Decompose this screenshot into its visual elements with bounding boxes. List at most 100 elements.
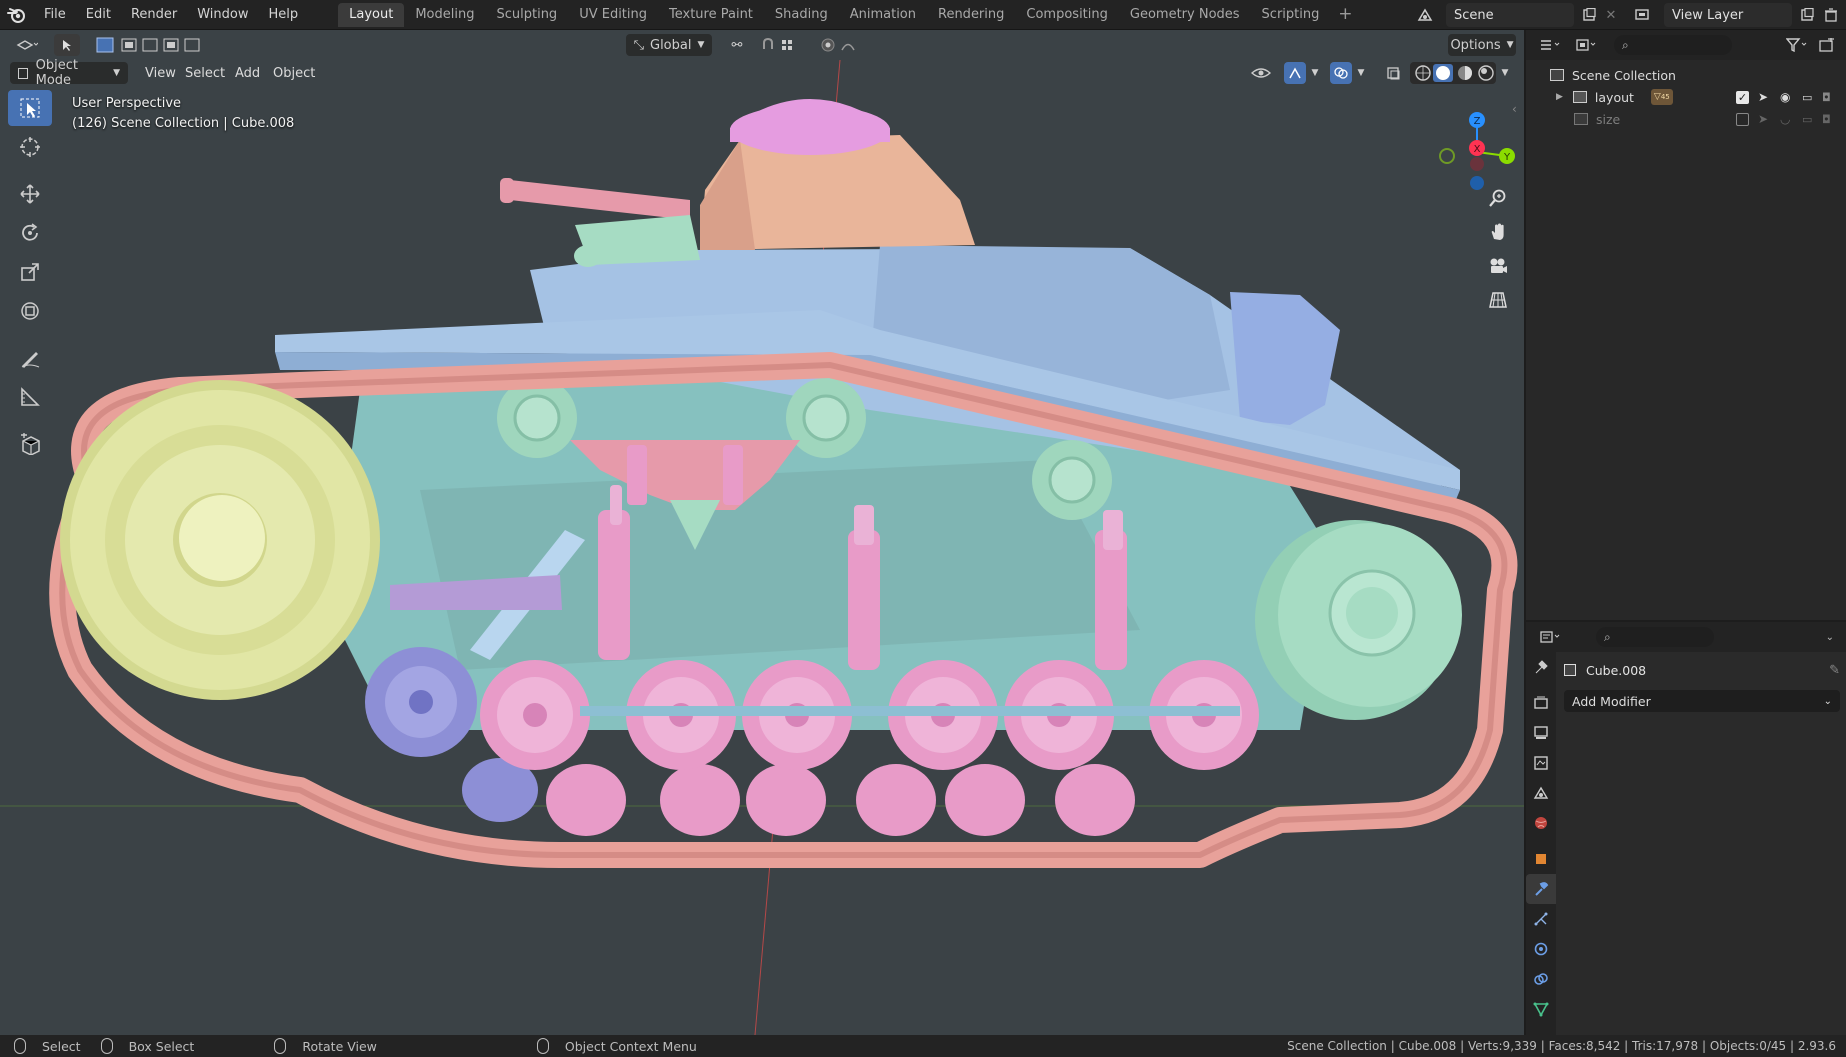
add-modifier-dropdown[interactable]: Add Modifier ⌄ bbox=[1564, 690, 1840, 712]
outliner-search-input[interactable]: ⌕ bbox=[1614, 35, 1732, 55]
pin-icon[interactable]: ✎ bbox=[1829, 663, 1840, 678]
tab-rendering[interactable]: Rendering bbox=[927, 3, 1015, 27]
collapse-sidebar-chevron-icon[interactable]: ‹ bbox=[1512, 102, 1517, 116]
chevron-down-icon[interactable]: ▼ bbox=[1308, 62, 1322, 84]
tab-texture-paint[interactable]: Texture Paint bbox=[658, 3, 764, 27]
menu-window[interactable]: Window bbox=[187, 0, 258, 30]
object-tab-icon[interactable] bbox=[1526, 844, 1556, 874]
camera-view-icon[interactable] bbox=[1484, 252, 1512, 280]
xray-toggle-icon[interactable] bbox=[1382, 62, 1404, 84]
delete-scene-close-icon[interactable]: ✕ bbox=[1600, 4, 1622, 26]
pan-hand-icon[interactable] bbox=[1484, 218, 1512, 246]
tab-geometry-nodes[interactable]: Geometry Nodes bbox=[1119, 3, 1251, 27]
menu-add[interactable]: Add bbox=[226, 66, 269, 81]
scene-name-field[interactable]: Scene bbox=[1446, 3, 1574, 27]
view-layer-tab-icon[interactable] bbox=[1526, 748, 1556, 778]
cursor-tool-icon[interactable] bbox=[8, 129, 52, 165]
include-checkbox[interactable]: ✓ bbox=[1736, 90, 1749, 104]
visibility-eye-icon[interactable] bbox=[1246, 62, 1276, 84]
physics-tab-icon[interactable] bbox=[1526, 934, 1556, 964]
data-mesh-tab-icon[interactable] bbox=[1526, 994, 1556, 1024]
annotate-tool-icon[interactable] bbox=[8, 340, 52, 376]
monitor-icon[interactable]: ▭ bbox=[1802, 113, 1812, 126]
tab-scripting[interactable]: Scripting bbox=[1251, 3, 1331, 27]
tab-animation[interactable]: Animation bbox=[839, 3, 927, 27]
editor-type-icon[interactable] bbox=[10, 34, 44, 56]
snapping-icons[interactable] bbox=[758, 34, 814, 56]
options-dropdown[interactable]: Options ▼ bbox=[1448, 34, 1516, 56]
selectable-cursor-icon[interactable]: ➤ bbox=[1758, 112, 1768, 126]
tab-layout[interactable]: Layout bbox=[338, 2, 405, 27]
view-layer-field[interactable]: View Layer bbox=[1664, 3, 1792, 27]
scene-tab-icon[interactable] bbox=[1526, 778, 1556, 808]
particles-tab-icon[interactable] bbox=[1526, 904, 1556, 934]
add-workspace-plus-icon[interactable]: + bbox=[1334, 4, 1356, 26]
modifier-wrench-tab-icon[interactable] bbox=[1526, 874, 1556, 904]
output-tab-icon[interactable] bbox=[1526, 718, 1556, 748]
menu-render[interactable]: Render bbox=[121, 0, 187, 30]
chevron-down-icon[interactable]: ▼ bbox=[1498, 62, 1512, 84]
3d-viewport[interactable]: ⤡ Global ▼ ⚯ Options ▼ Object Mode ▼ Vie… bbox=[0, 30, 1524, 1035]
transform-tool-icon[interactable] bbox=[8, 293, 52, 329]
display-mode-icon[interactable] bbox=[1570, 34, 1602, 56]
scale-tool-icon[interactable] bbox=[8, 254, 52, 290]
render-tab-icon[interactable] bbox=[1526, 688, 1556, 718]
outliner-row-size[interactable]: size ➤ ◡ ▭ ◘ bbox=[1526, 108, 1846, 130]
delete-view-layer-icon[interactable] bbox=[1820, 4, 1842, 26]
menu-edit[interactable]: Edit bbox=[76, 0, 121, 30]
filter-funnel-icon[interactable] bbox=[1780, 34, 1814, 56]
constraints-tab-icon[interactable] bbox=[1526, 964, 1556, 994]
active-object-name[interactable]: Cube.008 bbox=[1586, 663, 1646, 678]
overlays-toggle-icon[interactable] bbox=[1330, 62, 1352, 84]
outliner-row-scene-collection[interactable]: Scene Collection bbox=[1526, 64, 1846, 86]
select-tool-cursor-icon[interactable] bbox=[54, 34, 80, 56]
gizmo-toggle-icon[interactable] bbox=[1284, 62, 1306, 84]
new-collection-icon[interactable] bbox=[1814, 34, 1840, 56]
pivot-point-icon[interactable]: ⚯ bbox=[720, 34, 754, 56]
camera-render-icon[interactable]: ◘ bbox=[1822, 113, 1831, 126]
expand-arrow-icon[interactable]: ▶ bbox=[1556, 92, 1563, 102]
bracket-post-2 bbox=[723, 445, 743, 505]
tab-uv-editing[interactable]: UV Editing bbox=[568, 3, 658, 27]
properties-editor-type-icon[interactable] bbox=[1534, 626, 1566, 648]
chevron-down-icon[interactable]: ▼ bbox=[1354, 62, 1368, 84]
zoom-magnifier-icon[interactable] bbox=[1484, 184, 1512, 212]
selection-mode-buttons[interactable] bbox=[93, 34, 203, 56]
move-tool-icon[interactable] bbox=[8, 176, 52, 212]
chevron-down-icon[interactable]: ⌄ bbox=[1826, 632, 1834, 643]
menu-help[interactable]: Help bbox=[259, 0, 309, 30]
perspective-grid-icon[interactable] bbox=[1484, 286, 1512, 314]
tab-sculpting[interactable]: Sculpting bbox=[485, 3, 568, 27]
hidden-eye-icon[interactable]: ◡ bbox=[1780, 112, 1790, 126]
world-tab-icon[interactable] bbox=[1526, 808, 1556, 838]
outliner-editor-type-icon[interactable] bbox=[1534, 34, 1566, 56]
camera-render-icon[interactable]: ◘ bbox=[1822, 91, 1831, 104]
rotate-tool-icon[interactable] bbox=[8, 215, 52, 251]
proportional-edit-icon[interactable] bbox=[818, 34, 866, 56]
monitor-icon[interactable]: ▭ bbox=[1802, 91, 1812, 104]
tab-modeling[interactable]: Modeling bbox=[404, 3, 485, 27]
view-layer-selector-icon[interactable] bbox=[1632, 4, 1654, 26]
tank-model-scene[interactable] bbox=[0, 30, 1524, 1035]
new-view-layer-icon[interactable] bbox=[1796, 4, 1818, 26]
visibility-eye-icon[interactable]: ◉ bbox=[1780, 90, 1790, 104]
blender-logo-icon[interactable] bbox=[0, 0, 34, 30]
tab-compositing[interactable]: Compositing bbox=[1015, 3, 1119, 27]
select-box-tool-icon[interactable] bbox=[8, 90, 52, 126]
outliner-row-layout[interactable]: ▶ layout ▽ 45 ✓ ➤ ◉ ▭ ◘ bbox=[1526, 86, 1846, 108]
transform-orientation-dropdown[interactable]: ⤡ Global ▼ bbox=[626, 34, 712, 56]
shading-mode-buttons[interactable] bbox=[1410, 62, 1496, 84]
new-scene-icon[interactable] bbox=[1578, 4, 1600, 26]
tab-shading[interactable]: Shading bbox=[764, 3, 839, 27]
include-checkbox[interactable] bbox=[1736, 112, 1749, 126]
properties-search-input[interactable]: ⌕ bbox=[1596, 627, 1714, 647]
tool-settings-tab-icon[interactable] bbox=[1526, 652, 1556, 682]
selectable-cursor-icon[interactable]: ➤ bbox=[1758, 90, 1768, 104]
scene-selector-icon[interactable] bbox=[1414, 4, 1436, 26]
menu-object[interactable]: Object bbox=[264, 66, 324, 81]
object-mode-dropdown[interactable]: Object Mode ▼ bbox=[10, 58, 128, 88]
measure-tool-icon[interactable] bbox=[8, 379, 52, 415]
menu-file[interactable]: File bbox=[34, 0, 76, 30]
add-cube-tool-icon[interactable] bbox=[8, 426, 52, 462]
collection-box-icon bbox=[1572, 91, 1587, 103]
